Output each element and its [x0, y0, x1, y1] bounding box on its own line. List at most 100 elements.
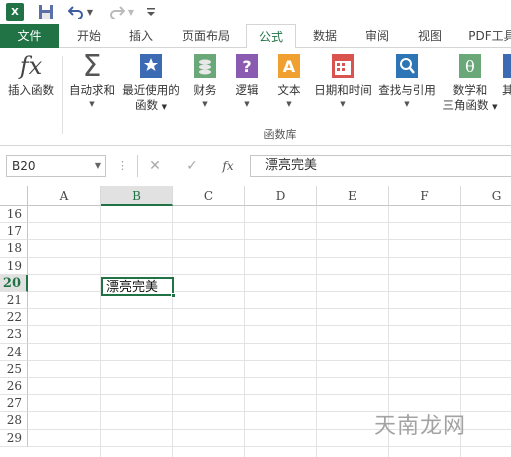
grid-line	[28, 342, 511, 344]
grid-line	[244, 206, 245, 457]
lookup-icon	[393, 52, 421, 80]
financial-icon	[191, 52, 219, 80]
row-header-17[interactable]: 17	[0, 223, 28, 241]
grid-line	[100, 206, 101, 457]
row-header-19[interactable]: 19	[0, 257, 28, 275]
grid-line	[28, 359, 511, 361]
grid-line	[28, 308, 511, 310]
dropdown-arrow-icon: ▼	[404, 100, 410, 108]
column-header-b[interactable]: B	[101, 186, 173, 206]
quick-access-toolbar: X ▼ ▼	[0, 0, 511, 24]
more-functions-button[interactable]: 其	[502, 52, 511, 124]
confirm-icon[interactable]: ✓	[180, 155, 204, 177]
row-header-21[interactable]: 21	[0, 292, 28, 310]
grid-line	[172, 206, 173, 457]
column-header-g[interactable]: G	[461, 186, 511, 206]
svg-text:A: A	[283, 57, 296, 76]
tab-review[interactable]: 审阅	[354, 24, 400, 48]
row-header-25[interactable]: 25	[0, 360, 28, 378]
row-header-26[interactable]: 26	[0, 378, 28, 396]
redo-dropdown-icon[interactable]: ▼	[126, 2, 136, 22]
grid-line	[28, 256, 511, 258]
tab-home[interactable]: 开始	[66, 24, 112, 48]
svg-text:θ: θ	[465, 57, 475, 76]
ribbon-function-library: fx 插入函数 Σ 自动求和 ▼ 最近使用的 函数 ▼ 财务 ▼ ? 逻辑 ▼ …	[0, 48, 511, 146]
row-header-23[interactable]: 23	[0, 326, 28, 344]
theta-icon: θ	[456, 52, 484, 80]
ribbon-tabs: 文件 开始 插入 页面布局 公式 数据 审阅 视图 PDF工具	[0, 24, 511, 49]
row-header-20[interactable]: 20	[0, 274, 28, 292]
name-box-dropdown-icon[interactable]: ▼	[95, 156, 101, 176]
recently-used-button[interactable]: 最近使用的 函数 ▼	[119, 52, 183, 124]
tab-data[interactable]: 数据	[302, 24, 348, 48]
watermark: 天南龙网	[374, 414, 467, 439]
grid-line	[28, 222, 511, 224]
column-header-e[interactable]: E	[317, 186, 389, 206]
grid-line	[28, 239, 511, 241]
select-all-corner[interactable]	[0, 186, 28, 206]
logical-icon: ?	[233, 52, 261, 80]
tab-insert[interactable]: 插入	[118, 24, 164, 48]
undo-dropdown-icon[interactable]: ▼	[85, 2, 95, 22]
column-header-d[interactable]: D	[245, 186, 317, 206]
dropdown-arrow-icon: ▼	[340, 100, 346, 108]
ribbon-separator	[62, 56, 63, 134]
tab-view[interactable]: 视图	[407, 24, 453, 48]
text-button[interactable]: A 文本 ▼	[270, 52, 308, 124]
row-header-16[interactable]: 16	[0, 206, 28, 224]
column-header-a[interactable]: A	[28, 186, 101, 206]
formula-bar-separator	[137, 155, 138, 177]
text-icon: A	[275, 52, 303, 80]
sigma-icon: Σ	[82, 48, 102, 84]
row-header-29[interactable]: 29	[0, 429, 28, 447]
row-header-22[interactable]: 22	[0, 309, 28, 327]
save-icon[interactable]	[37, 2, 55, 22]
calendar-icon	[329, 52, 357, 80]
name-box[interactable]: B20 ▼	[6, 155, 106, 177]
excel-window: X ▼ ▼ 文件 开始 插入 页面布局 公式 数据 审阅 视图 PDF工具 fx…	[0, 0, 511, 457]
row-header-24[interactable]: 24	[0, 343, 28, 361]
grid-line	[28, 325, 511, 327]
undo-icon[interactable]	[68, 2, 84, 22]
fx-icon: fx	[19, 52, 43, 80]
active-cell-b20[interactable]: 漂亮完美	[101, 277, 174, 296]
tab-pdf-tools[interactable]: PDF工具	[462, 24, 511, 48]
tab-file[interactable]: 文件	[0, 24, 59, 48]
grid-line	[28, 273, 511, 275]
svg-text:?: ?	[242, 57, 251, 76]
redo-icon[interactable]	[109, 2, 125, 22]
date-time-button[interactable]: 日期和时间 ▼	[310, 52, 376, 124]
insert-function-icon[interactable]: fx	[216, 155, 240, 177]
insert-function-button[interactable]: fx 插入函数	[2, 52, 60, 124]
grid-line	[28, 445, 511, 447]
more-functions-icon	[502, 52, 511, 80]
formula-bar: B20 ▼ ⋮ ✕ ✓ fx 漂亮完美	[0, 146, 511, 186]
grid-line	[316, 206, 317, 457]
cancel-icon[interactable]: ✕	[143, 155, 167, 177]
customize-toolbar-icon[interactable]	[145, 2, 157, 22]
dropdown-arrow-icon: ▼	[202, 100, 208, 108]
star-book-icon	[137, 52, 165, 80]
group-label-function-library: 函数库	[263, 128, 297, 141]
column-header-f[interactable]: F	[389, 186, 461, 206]
excel-logo-icon: X	[6, 3, 24, 21]
grid-line	[28, 377, 511, 378]
tab-page-layout[interactable]: 页面布局	[172, 24, 240, 48]
fill-handle[interactable]	[171, 293, 176, 298]
formula-bar-grip-icon: ⋮	[117, 159, 128, 172]
autosum-button[interactable]: Σ 自动求和 ▼	[64, 48, 120, 124]
formula-input[interactable]: 漂亮完美	[250, 155, 511, 177]
tab-formulas[interactable]: 公式	[246, 24, 296, 49]
dropdown-arrow-icon: ▼	[89, 100, 95, 108]
grid-line	[28, 394, 511, 396]
row-header-18[interactable]: 18	[0, 240, 28, 258]
dropdown-arrow-icon: ▼	[286, 100, 292, 108]
dropdown-arrow-icon: ▼	[244, 100, 250, 108]
lookup-reference-button[interactable]: 查找与引用 ▼	[376, 52, 438, 124]
row-header-27[interactable]: 27	[0, 395, 28, 413]
logical-button[interactable]: ? 逻辑 ▼	[228, 52, 266, 124]
financial-button[interactable]: 财务 ▼	[186, 52, 224, 124]
column-header-c[interactable]: C	[173, 186, 245, 206]
row-header-28[interactable]: 28	[0, 412, 28, 430]
math-trig-button[interactable]: θ 数学和 三角函数 ▼	[440, 52, 500, 124]
